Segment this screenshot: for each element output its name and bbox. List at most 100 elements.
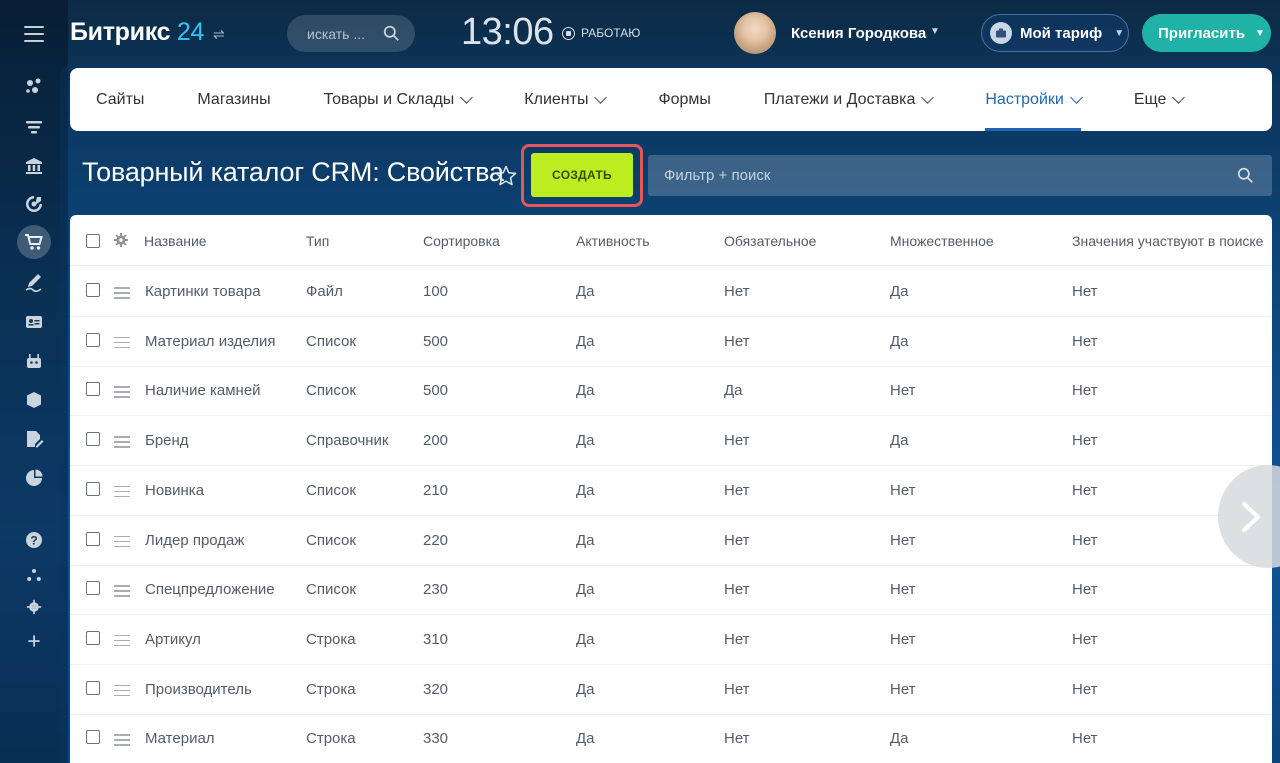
gear-icon[interactable] <box>22 595 46 619</box>
gear-icon[interactable] <box>113 232 129 248</box>
cell-type: Список <box>306 581 356 599</box>
row-checkbox[interactable] <box>86 332 100 347</box>
robot-icon[interactable] <box>22 349 46 373</box>
create-button[interactable]: СОЗДАТЬ <box>531 153 633 197</box>
drag-handle-icon[interactable] <box>114 535 130 551</box>
cart-icon[interactable] <box>17 225 51 259</box>
tariff-button[interactable]: Мой тариф ▼ <box>981 14 1129 52</box>
tasks-icon[interactable] <box>22 115 46 139</box>
cell-name[interactable]: Наличие камней <box>145 382 261 399</box>
cell-name[interactable]: Спецпредложение <box>145 581 275 598</box>
row-checkbox[interactable] <box>86 432 100 447</box>
table-row[interactable]: Бренд Справочник 200 Да Нет Да Нет <box>70 416 1272 467</box>
tab-clients[interactable]: Клиенты <box>524 68 608 131</box>
column-header-multiple[interactable]: Множественное <box>890 233 994 249</box>
plus-icon[interactable] <box>22 629 46 653</box>
tab-label: Формы <box>658 90 711 108</box>
avatar[interactable] <box>734 12 776 54</box>
cell-multiple: Нет <box>890 382 916 400</box>
drag-handle-icon[interactable] <box>114 634 130 650</box>
pie-chart-icon[interactable] <box>22 466 46 490</box>
menu-icon[interactable] <box>24 26 44 47</box>
contact-card-icon[interactable] <box>22 310 46 334</box>
clock[interactable]: 13:06 <box>461 11 554 54</box>
cell-name[interactable]: Бренд <box>145 432 189 449</box>
row-checkbox[interactable] <box>86 680 100 695</box>
cell-type: Строка <box>306 630 356 648</box>
drag-handle-icon[interactable] <box>114 386 130 401</box>
tab-payments-delivery[interactable]: Платежи и Доставка <box>764 68 935 131</box>
drag-handle-icon[interactable] <box>114 336 130 352</box>
column-header-sort[interactable]: Сортировка <box>423 233 500 249</box>
tab-shops[interactable]: Магазины <box>197 68 270 131</box>
chevron-down-icon <box>594 90 608 104</box>
feed-icon[interactable] <box>22 74 46 98</box>
table-row[interactable]: Материал Строка 330 Да Нет Да Нет <box>70 714 1272 763</box>
cell-name[interactable]: Новинка <box>145 482 204 499</box>
cell-sort: 500 <box>423 382 449 400</box>
cell-name[interactable]: Материал изделия <box>145 333 275 350</box>
tab-settings[interactable]: Настройки <box>985 68 1083 131</box>
chevron-down-icon[interactable]: ▼ <box>930 26 940 37</box>
signature-icon[interactable] <box>22 270 46 294</box>
row-checkbox[interactable] <box>86 581 100 596</box>
table-row[interactable]: Спецпредложение Список 230 Да Нет Нет Нет <box>70 565 1272 616</box>
select-all-checkbox[interactable] <box>86 234 100 248</box>
row-checkbox[interactable] <box>86 531 100 546</box>
left-sidebar: ? <box>0 0 68 763</box>
chevron-down-icon <box>1069 90 1083 104</box>
help-icon[interactable]: ? <box>22 528 46 552</box>
column-header-required[interactable]: Обязательное <box>724 233 816 249</box>
structure-icon[interactable] <box>22 563 46 587</box>
table-row[interactable]: Артикул Строка 310 Да Нет Нет Нет <box>70 615 1272 665</box>
row-checkbox[interactable] <box>86 382 100 397</box>
cell-type: Файл <box>306 283 343 300</box>
table-row[interactable]: Производитель Строка 320 Да Нет Нет Нет <box>70 665 1272 715</box>
search-icon[interactable] <box>1237 167 1254 184</box>
drag-handle-icon[interactable] <box>114 287 130 302</box>
tab-sites[interactable]: Сайты <box>96 68 144 131</box>
tab-more[interactable]: Еще <box>1134 68 1186 131</box>
tab-forms[interactable]: Формы <box>658 68 710 131</box>
column-header-searchable[interactable]: Значения участвуют в поиске <box>1072 233 1263 249</box>
bank-icon[interactable] <box>22 154 46 178</box>
cell-multiple: Да <box>890 332 909 350</box>
cell-name[interactable]: Материал <box>145 730 215 747</box>
drag-handle-icon[interactable] <box>114 734 130 749</box>
drag-handle-icon[interactable] <box>114 684 130 700</box>
tab-products-warehouses[interactable]: Товары и Склады <box>324 68 474 131</box>
target-icon[interactable] <box>22 192 46 216</box>
cell-name[interactable]: Производитель <box>145 681 252 698</box>
cell-name[interactable]: Артикул <box>145 631 201 648</box>
box-icon[interactable] <box>22 388 46 412</box>
cell-name[interactable]: Картинки товара <box>145 283 261 300</box>
column-header-name[interactable]: Название <box>144 233 207 249</box>
row-checkbox[interactable] <box>86 481 100 496</box>
row-checkbox[interactable] <box>86 730 100 745</box>
filter-search-input[interactable]: Фильтр + поиск <box>648 155 1272 196</box>
user-name[interactable]: Ксения Городкова <box>791 25 926 42</box>
search-input[interactable]: искать ... <box>287 15 415 52</box>
table-row[interactable]: Картинки товара Файл 100 Да Нет Да Нет <box>70 267 1272 317</box>
cell-active: Да <box>576 680 595 698</box>
brand-logo[interactable]: Битрикс 24 <box>70 18 204 47</box>
swap-icon[interactable]: ⇌ <box>213 26 225 43</box>
cell-name[interactable]: Лидер продаж <box>145 532 244 549</box>
cell-multiple: Нет <box>890 680 916 698</box>
invite-button[interactable]: Пригласить ▼ <box>1142 14 1271 52</box>
work-status[interactable]: РАБОТАЮ <box>562 26 640 40</box>
drag-handle-icon[interactable] <box>114 585 130 600</box>
table-row[interactable]: Наличие камней Список 500 Да Да Нет Нет <box>70 366 1272 417</box>
table-row[interactable]: Материал изделия Список 500 Да Нет Да Нет <box>70 317 1272 367</box>
drag-handle-icon[interactable] <box>114 436 130 451</box>
row-checkbox[interactable] <box>86 630 100 645</box>
star-icon[interactable] <box>494 164 518 188</box>
document-edit-icon[interactable] <box>22 427 46 451</box>
table-row[interactable]: Лидер продаж Список 220 Да Нет Нет Нет <box>70 516 1272 566</box>
column-header-type[interactable]: Тип <box>306 233 329 249</box>
table-row[interactable]: Новинка Список 210 Да Нет Нет Нет <box>70 466 1272 516</box>
cell-active: Да <box>576 382 595 400</box>
column-header-active[interactable]: Активность <box>576 233 650 249</box>
drag-handle-icon[interactable] <box>114 485 130 501</box>
row-checkbox[interactable] <box>86 283 100 297</box>
